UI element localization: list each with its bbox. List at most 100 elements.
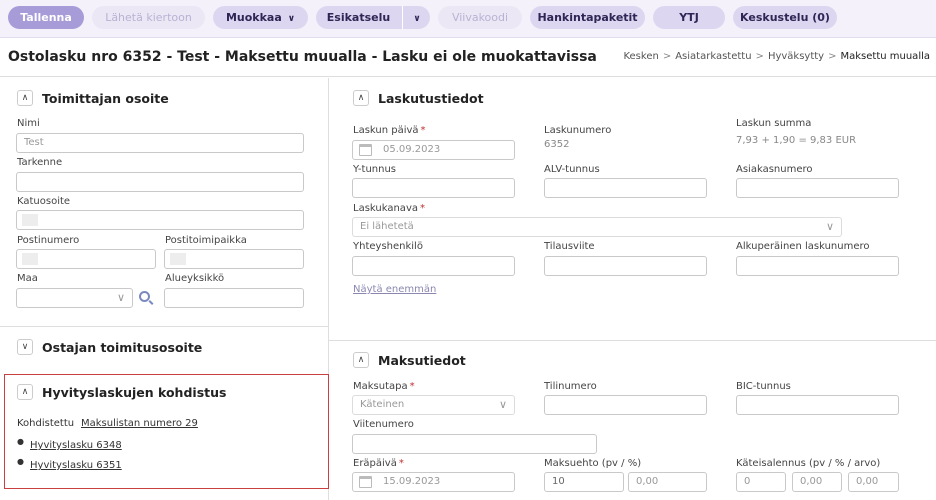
show-more-link[interactable]: Näytä enemmän [353, 284, 436, 295]
buyer-delivery-header[interactable]: ∨ Ostajan toimitusosoite [17, 339, 202, 355]
collapse-icon[interactable]: ∧ [17, 90, 33, 106]
payment-terms-days-value: 10 [552, 476, 565, 487]
account-label: Tilinumero [544, 381, 597, 392]
split-divider [402, 6, 403, 29]
cash-discount-value-field[interactable]: 0,00 [848, 472, 899, 492]
customer-number-field[interactable] [736, 178, 899, 198]
payment-terms-percent-value: 0,00 [636, 476, 659, 487]
contact-field[interactable] [352, 256, 515, 276]
supplier-address-title: Toimittajan osoite [42, 90, 169, 106]
vat-id-field[interactable] [544, 178, 707, 198]
region-label: Alueyksikkö [165, 273, 225, 284]
barcode-button[interactable]: Viivakoodi [438, 6, 522, 29]
collapse-icon[interactable]: ∧ [17, 384, 33, 400]
expand-icon[interactable]: ∨ [17, 339, 33, 355]
city-label: Postitoimipaikka [165, 235, 247, 246]
original-number-field[interactable] [736, 256, 899, 276]
postcode-label: Postinumero [17, 235, 80, 246]
breadcrumb-item[interactable]: Kesken [623, 51, 658, 62]
customer-number-label: Asiakasnumero [736, 164, 813, 175]
order-ref-field[interactable] [544, 256, 707, 276]
invoice-info-title: Laskutustiedot [378, 90, 484, 106]
payment-terms-days-field[interactable]: 10 [544, 472, 624, 492]
breadcrumb-current: Maksettu muualla [840, 51, 931, 62]
name-value: Test [24, 137, 44, 148]
discussion-button[interactable]: Keskustelu (0) [733, 6, 837, 29]
reference-field[interactable] [352, 434, 597, 454]
payment-method-select[interactable]: Käteinen ∨ [352, 395, 515, 415]
required-marker: * [420, 125, 426, 136]
channel-select[interactable]: Ei lähetetä ∨ [352, 217, 842, 237]
cash-discount-days-value: 0 [744, 476, 751, 487]
contact-label: Yhteyshenkilö [353, 241, 423, 252]
due-date-field[interactable]: 15.09.2023 [352, 472, 515, 492]
bic-label: BIC-tunnus [736, 381, 791, 392]
credit-note-link[interactable]: Hyvityslasku 6348 [30, 440, 122, 451]
invoice-number-value: 6352 [544, 139, 570, 150]
breadcrumb-item[interactable]: Asiatarkastettu [675, 51, 751, 62]
bic-field[interactable] [736, 395, 899, 415]
payment-list-link[interactable]: Maksulistan numero 29 [81, 418, 198, 429]
invoice-date-value: 05.09.2023 [383, 144, 441, 155]
channel-label-text: Laskukanava [353, 203, 418, 214]
credit-notes-header[interactable]: ∧ Hyvityslaskujen kohdistus [17, 384, 226, 400]
preview-button[interactable]: Esikatselu [316, 6, 401, 29]
account-field[interactable] [544, 395, 707, 415]
invoice-sum-value: 7,93 + 1,90 = 9,83 EUR [736, 135, 857, 146]
vat-id-label: ALV-tunnus [544, 164, 600, 175]
street-field[interactable] [16, 210, 304, 230]
invoice-date-field[interactable]: 05.09.2023 [352, 140, 515, 160]
save-button[interactable]: Tallenna [8, 6, 84, 29]
channel-label: Laskukanava * [353, 203, 425, 214]
cash-discount-value-value: 0,00 [856, 476, 879, 487]
action-toolbar: Tallenna Lähetä kiertoon Muokkaa ∨ Esikat… [0, 0, 936, 38]
chevron-down-icon: ∨ [413, 14, 421, 24]
collapse-icon[interactable]: ∧ [353, 90, 369, 106]
city-field[interactable] [164, 249, 304, 269]
chevron-down-icon: ∨ [287, 14, 296, 24]
invoice-date-label: Laskun päivä * [353, 125, 426, 136]
required-marker: * [409, 381, 415, 392]
cash-discount-percent-field[interactable]: 0,00 [792, 472, 842, 492]
reference-label: Viitenumero [353, 419, 414, 430]
required-marker: * [420, 203, 425, 214]
collapse-icon[interactable]: ∧ [353, 352, 369, 368]
procurement-packages-button[interactable]: Hankintapaketit [530, 6, 645, 29]
invoice-number-label: Laskunumero [544, 125, 612, 136]
send-round-button[interactable]: Lähetä kiertoon [92, 6, 205, 29]
due-date-label-text: Eräpäivä [353, 458, 397, 469]
credit-note-link[interactable]: Hyvityslasku 6351 [30, 460, 122, 471]
edit-menu-button[interactable]: Muokkaa ∨ [213, 6, 308, 29]
breadcrumb-item[interactable]: Hyväksytty [768, 51, 824, 62]
bullet-icon: ● [17, 437, 24, 446]
breadcrumb-separator: > [828, 51, 837, 62]
allocated-label: Kohdistettu [17, 418, 75, 429]
name-field[interactable]: Test [16, 133, 304, 153]
extra-label: Tarkenne [17, 157, 63, 168]
region-field[interactable] [164, 288, 304, 308]
payment-info-header[interactable]: ∧ Maksutiedot [353, 352, 466, 368]
chevron-down-icon: ∨ [825, 220, 834, 233]
breadcrumb-separator: > [755, 51, 764, 62]
country-select[interactable]: ∨ [16, 288, 133, 308]
business-id-label: Y-tunnus [353, 164, 397, 175]
bullet-icon: ● [17, 457, 24, 466]
postcode-field[interactable] [16, 249, 156, 269]
invoice-date-label-text: Laskun päivä [353, 125, 419, 136]
invoice-info-header[interactable]: ∧ Laskutustiedot [353, 90, 484, 106]
preview-dropdown-button[interactable]: ∨ [404, 6, 430, 29]
supplier-address-header[interactable]: ∧ Toimittajan osoite [17, 90, 169, 106]
extra-field[interactable] [16, 172, 304, 192]
title-bar: Ostolasku nro 6352 - Test - Maksettu muu… [0, 39, 936, 77]
ytj-button[interactable]: YTJ [653, 6, 725, 29]
search-icon[interactable] [139, 291, 150, 302]
section-divider [329, 340, 936, 341]
autofill-icon [22, 214, 38, 226]
autofill-icon [170, 253, 186, 265]
channel-value: Ei lähetetä [360, 221, 414, 232]
cash-discount-days-field[interactable]: 0 [736, 472, 786, 492]
business-id-field[interactable] [352, 178, 515, 198]
breadcrumb: Kesken > Asiatarkastettu > Hyväksytty > Makset… [623, 51, 930, 62]
payment-terms-percent-field[interactable]: 0,00 [628, 472, 707, 492]
breadcrumb-separator: > [662, 51, 672, 62]
